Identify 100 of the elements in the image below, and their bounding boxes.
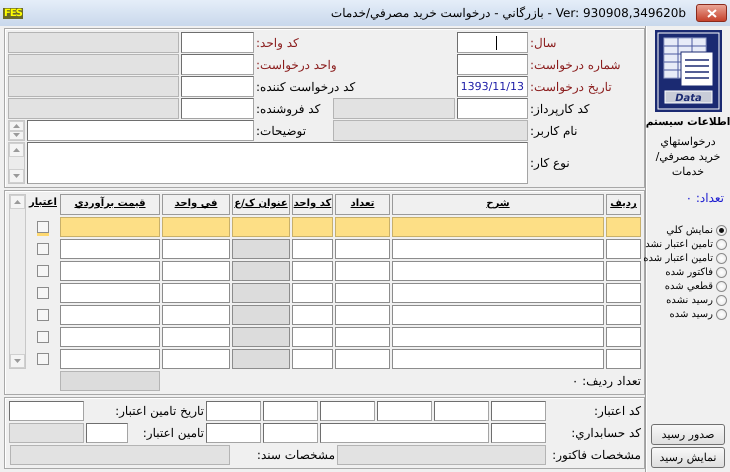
table-cell[interactable] xyxy=(392,327,604,347)
input-field[interactable] xyxy=(320,423,489,443)
table-cell[interactable] xyxy=(606,349,641,369)
column-header[interactable]: کد واحد xyxy=(292,194,333,215)
radio-label[interactable]: رسيد شده xyxy=(669,309,713,320)
input-field[interactable] xyxy=(206,401,261,421)
table-cell[interactable] xyxy=(292,283,333,303)
table-cell[interactable] xyxy=(606,217,641,237)
date-field[interactable]: 1393/11/13 xyxy=(457,76,528,97)
checkbox[interactable] xyxy=(37,331,49,343)
input-field[interactable] xyxy=(377,401,432,421)
arrow-down-icon[interactable] xyxy=(13,133,20,138)
table-cell[interactable] xyxy=(292,217,333,237)
input-field[interactable] xyxy=(263,423,318,443)
column-header[interactable]: في واحد xyxy=(162,194,230,215)
input-field[interactable] xyxy=(27,120,254,141)
table-cell[interactable] xyxy=(162,261,230,281)
table-cell[interactable] xyxy=(392,217,604,237)
input-field[interactable] xyxy=(86,423,128,443)
column-header[interactable]: رديف xyxy=(606,194,641,215)
table-cell[interactable] xyxy=(335,305,390,325)
table-cell[interactable] xyxy=(392,239,604,259)
radio-button[interactable] xyxy=(716,267,727,278)
table-cell[interactable] xyxy=(335,217,390,237)
input-field[interactable] xyxy=(181,54,254,75)
input-field[interactable] xyxy=(9,401,84,421)
table-cell[interactable] xyxy=(162,239,230,259)
input-field[interactable] xyxy=(491,401,546,421)
radio-label[interactable]: فاکتور شده xyxy=(665,267,713,278)
radio-button[interactable] xyxy=(716,309,727,320)
input-field[interactable] xyxy=(457,32,528,53)
checkbox[interactable] xyxy=(37,309,49,321)
table-cell[interactable] xyxy=(606,327,641,347)
table-cell[interactable] xyxy=(606,239,641,259)
input-field[interactable] xyxy=(181,98,254,119)
table-cell[interactable] xyxy=(162,305,230,325)
table-cell[interactable] xyxy=(162,283,230,303)
input-field[interactable] xyxy=(434,401,489,421)
table-cell[interactable] xyxy=(292,349,333,369)
column-header[interactable]: تعداد xyxy=(335,194,390,215)
table-cell[interactable] xyxy=(162,327,230,347)
checkbox[interactable] xyxy=(37,243,49,255)
radio-button[interactable] xyxy=(716,239,727,250)
arrow-up-icon[interactable] xyxy=(13,124,20,128)
table-cell[interactable] xyxy=(392,349,604,369)
input-field[interactable] xyxy=(491,423,546,443)
table-cell[interactable] xyxy=(60,261,160,281)
table-cell[interactable] xyxy=(392,305,604,325)
table-cell[interactable] xyxy=(292,305,333,325)
radio-button[interactable] xyxy=(716,295,727,306)
column-header[interactable]: شرح xyxy=(392,194,604,215)
input-field[interactable] xyxy=(320,401,375,421)
table-cell[interactable] xyxy=(392,283,604,303)
arrow-up-icon[interactable] xyxy=(14,200,21,204)
table-cell[interactable] xyxy=(606,305,641,325)
close-button[interactable] xyxy=(696,4,727,22)
radio-label[interactable]: تامين اعتبار شده xyxy=(643,253,713,264)
input-field[interactable] xyxy=(181,76,254,97)
arrow-down-icon[interactable] xyxy=(14,359,21,363)
radio-label[interactable]: رسيد نشده xyxy=(666,295,713,306)
input-field[interactable] xyxy=(457,98,528,119)
table-cell[interactable] xyxy=(60,283,160,303)
radio-label[interactable]: قطعي شده xyxy=(664,281,713,292)
radio-button[interactable] xyxy=(716,225,727,236)
action-button[interactable]: صدور رسيد xyxy=(651,424,725,445)
input-field[interactable] xyxy=(263,401,318,421)
table-cell[interactable] xyxy=(335,239,390,259)
input-field[interactable] xyxy=(181,32,254,53)
table-cell[interactable] xyxy=(162,217,230,237)
radio-button[interactable] xyxy=(716,253,727,264)
text-area[interactable] xyxy=(27,142,528,184)
table-cell[interactable] xyxy=(60,327,160,347)
table-cell[interactable] xyxy=(335,327,390,347)
table-cell[interactable] xyxy=(335,283,390,303)
table-cell[interactable] xyxy=(292,261,333,281)
table-cell[interactable] xyxy=(60,217,160,237)
table-cell[interactable] xyxy=(162,349,230,369)
scrollbar[interactable] xyxy=(8,120,25,141)
column-header[interactable]: عنوان ک/ع xyxy=(232,194,290,215)
column-header[interactable]: قيمت برآوردي xyxy=(60,194,160,215)
checkbox[interactable] xyxy=(37,353,49,365)
table-cell[interactable] xyxy=(392,261,604,281)
table-cell[interactable] xyxy=(335,261,390,281)
checkbox[interactable] xyxy=(37,287,49,299)
scrollbar[interactable] xyxy=(9,194,26,369)
table-cell[interactable] xyxy=(335,349,390,369)
checkbox[interactable] xyxy=(37,221,49,233)
table-cell[interactable] xyxy=(60,349,160,369)
table-cell[interactable] xyxy=(606,261,641,281)
table-cell[interactable] xyxy=(60,305,160,325)
table-cell[interactable] xyxy=(292,327,333,347)
table-cell[interactable] xyxy=(60,239,160,259)
radio-button[interactable] xyxy=(716,281,727,292)
arrow-up-icon[interactable] xyxy=(13,148,20,152)
checkbox[interactable] xyxy=(37,265,49,277)
action-button[interactable]: نمايش رسيد xyxy=(651,447,725,468)
input-field[interactable] xyxy=(206,423,261,443)
column-header[interactable]: اعتبار xyxy=(28,194,58,215)
radio-label[interactable]: نمايش کلي xyxy=(666,225,713,236)
table-cell[interactable] xyxy=(292,239,333,259)
